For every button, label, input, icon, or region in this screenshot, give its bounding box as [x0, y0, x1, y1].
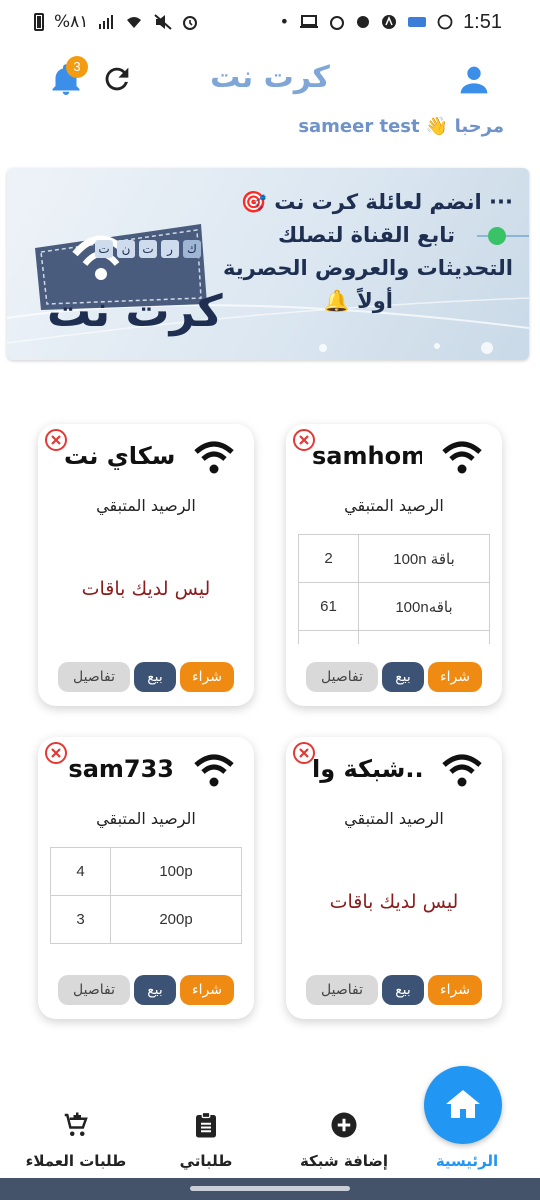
table-row: باقة 100n 2	[298, 534, 490, 583]
sell-button[interactable]: بيع	[382, 975, 424, 1005]
buy-button[interactable]: شراء	[180, 662, 234, 692]
package-name	[358, 630, 490, 644]
logo-chip: ت	[139, 240, 157, 258]
gesture-handle[interactable]	[190, 1186, 350, 1191]
package-name: باقه100n	[358, 582, 490, 631]
profile-icon[interactable]	[454, 60, 494, 100]
app-bar: 3 كرت نت	[0, 48, 540, 112]
wifi-status-icon	[127, 17, 142, 28]
nav-label: إضافة شبكة	[299, 1152, 389, 1170]
sell-button[interactable]: بيع	[134, 975, 176, 1005]
whatsapp-icon	[437, 14, 453, 30]
clipboard-icon	[196, 1111, 216, 1138]
table-row: باقه100n 61	[298, 582, 490, 631]
add-circle-icon	[331, 1112, 357, 1138]
card-actions: تفاصيل بيع شراء	[58, 662, 234, 692]
logo-chip: ن	[117, 240, 135, 258]
network-card[interactable]: سكاي نت الرصيد المتبقي ليس لديك باقات تف…	[38, 424, 254, 706]
no-packages-text: ليس لديك باقات	[81, 578, 211, 600]
remaining-balance-label: الرصيد المتبقي	[96, 496, 196, 515]
status-time: 1:51	[463, 10, 502, 33]
package-count: 2	[298, 534, 359, 583]
signal-icon	[99, 15, 114, 29]
logo-chip: ر	[161, 240, 179, 258]
battery-icon	[34, 13, 44, 31]
package-count: 4	[50, 847, 111, 896]
package-name: باقة 100n	[358, 534, 490, 583]
package-count: 61	[298, 582, 359, 631]
nav-add-network[interactable]: إضافة شبكة	[284, 1110, 404, 1170]
nav-label: طلبات العملاء	[25, 1152, 127, 1170]
card-actions: تفاصيل بيع شراء	[58, 975, 234, 1005]
wifi-icon	[442, 754, 482, 787]
package-count: 3	[50, 895, 111, 944]
sell-button[interactable]: بيع	[134, 662, 176, 692]
card-actions: تفاصيل بيع شراء	[306, 975, 482, 1005]
alarm-icon-2	[330, 16, 345, 30]
network-card[interactable]: شبكة وا... الرصيد المتبقي ليس لديك باقات…	[286, 737, 502, 1019]
app-icon-3	[408, 17, 427, 27]
table-row: 200p 3	[50, 895, 242, 944]
details-button[interactable]: تفاصيل	[306, 975, 378, 1005]
buy-button[interactable]: شراء	[428, 975, 482, 1005]
nav-home-label[interactable]: الرئيسية	[424, 1152, 510, 1170]
buy-button[interactable]: شراء	[428, 662, 482, 692]
nav-customer-orders[interactable]: طلبات العملاء	[16, 1110, 136, 1170]
packages-table-clip: 100p 4 200p 3	[38, 737, 254, 957]
buy-button[interactable]: شراء	[180, 975, 234, 1005]
logo-chip: ك	[183, 240, 201, 258]
network-name: سكاي نت	[64, 442, 174, 470]
details-button[interactable]: تفاصيل	[58, 662, 130, 692]
sell-button[interactable]: بيع	[382, 662, 424, 692]
welcome-text: مرحبا 👋 sameer test	[298, 116, 504, 137]
app-icon	[357, 16, 370, 28]
home-icon	[446, 1090, 480, 1118]
nav-label: طلباتي	[179, 1152, 233, 1170]
packages-table: باقة 100n 2 باقه100n 61	[298, 534, 490, 644]
app-icon-2	[382, 15, 397, 29]
table-row	[298, 630, 490, 644]
alarm-icon	[183, 16, 198, 30]
status-left-icons: %٨١	[34, 12, 198, 32]
details-button[interactable]: تفاصيل	[58, 975, 130, 1005]
banner-line: تابع القناة لتصلك	[278, 223, 455, 247]
banner-line: التحديثات والعروض الحصرية	[223, 256, 513, 280]
network-card[interactable]: samhome الرصيد المتبقي باقة 100n2 باقه10…	[286, 424, 502, 706]
banner-line: ··· انضم لعائلة كرت نت 🎯	[240, 190, 513, 214]
table-row: 100p 4	[50, 847, 242, 896]
status-right-icons: • 1:51	[280, 11, 502, 34]
laptop-icon	[300, 15, 319, 28]
banner-text: ··· انضم لعائلة كرت نت 🎯 تابع القناة لتص…	[203, 186, 513, 318]
card-actions: تفاصيل بيع شراء	[306, 662, 482, 692]
nav-my-orders[interactable]: طلباتي	[146, 1110, 266, 1170]
cart-add-icon	[64, 1112, 88, 1136]
status-bar: %٨١ • 1:51	[0, 0, 540, 44]
details-button[interactable]: تفاصيل	[306, 662, 378, 692]
no-packages-text: ليس لديك باقات	[329, 891, 459, 913]
network-card[interactable]: sam733 الرصيد المتبقي 100p 4 200p 3 تفاصيل…	[38, 737, 254, 1019]
banner-line: أولاً 🔔	[323, 289, 393, 313]
remaining-balance-label: الرصيد المتبقي	[344, 809, 444, 828]
logo-chip: ت	[95, 240, 113, 258]
packages-table-clip: باقة 100n 2 باقه100n 61	[286, 424, 502, 644]
network-name: شبكة وا...	[312, 755, 422, 783]
package-count	[298, 630, 359, 644]
mute-icon	[154, 14, 173, 30]
dot-icon: •	[279, 12, 290, 31]
package-name: 100p	[110, 847, 242, 896]
wifi-icon	[194, 441, 234, 474]
promo-banner[interactable]: ك ر ت ن ت كرت نت ··· انضم لعائلة كرت نت …	[7, 168, 529, 360]
brand-logo-chips: ك ر ت ن ت	[95, 240, 201, 258]
battery-percent: %٨١	[54, 12, 89, 32]
packages-table: 100p 4 200p 3	[50, 847, 242, 944]
brand-logo-text: كرت نت	[47, 286, 223, 337]
package-name: 200p	[110, 895, 242, 944]
home-fab[interactable]	[424, 1066, 502, 1144]
